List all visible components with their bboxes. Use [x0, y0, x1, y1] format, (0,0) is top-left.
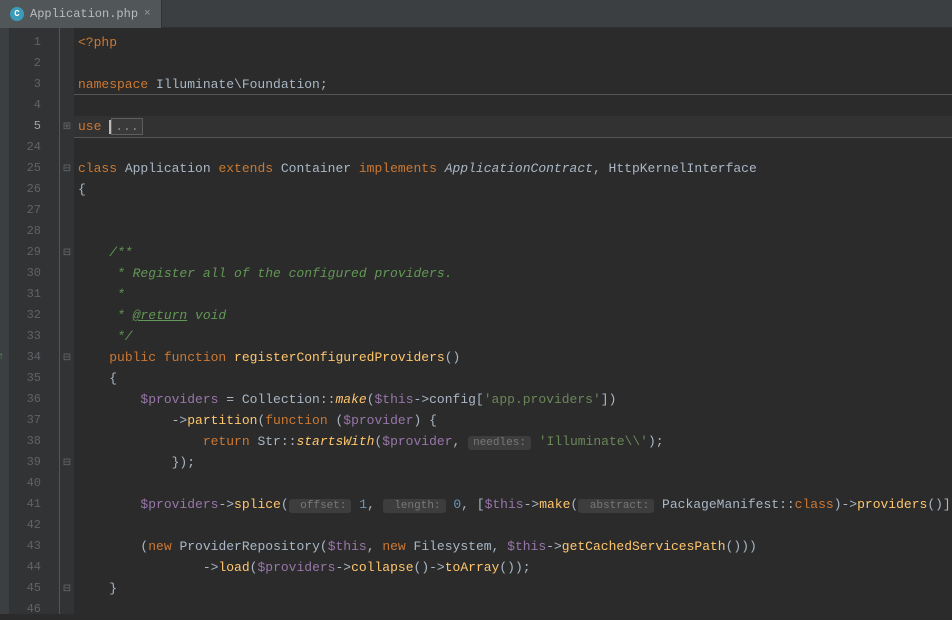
fold-marker-area: ⊞ ⊟ ⊟ ⊟ ⊟ ⊟: [60, 28, 74, 614]
line-number[interactable]: 45: [10, 578, 59, 599]
line-number[interactable]: 24: [10, 137, 59, 158]
fold-collapse-icon[interactable]: ⊟: [63, 163, 71, 175]
line-number[interactable]: 28: [10, 221, 59, 242]
line-number[interactable]: 33: [10, 326, 59, 347]
fold-end-icon[interactable]: ⊟: [63, 583, 71, 595]
line-number[interactable]: 39: [10, 452, 59, 473]
tab-label: Application.php: [30, 7, 138, 21]
editor-tab[interactable]: C Application.php ×: [0, 0, 162, 28]
tab-bar: C Application.php ×: [0, 0, 952, 28]
line-number[interactable]: 1: [10, 32, 59, 53]
parameter-hint: offset:: [289, 499, 352, 513]
close-icon[interactable]: ×: [144, 8, 151, 20]
fold-end-icon[interactable]: ⊟: [63, 457, 71, 469]
line-number[interactable]: 36: [10, 389, 59, 410]
parameter-hint: length:: [383, 499, 446, 513]
fold-collapse-icon[interactable]: ⊟: [63, 352, 71, 364]
line-number[interactable]: 5: [10, 116, 59, 137]
override-marker-icon[interactable]: o↑: [0, 347, 4, 368]
line-number[interactable]: 46: [10, 599, 59, 620]
line-number[interactable]: 31: [10, 284, 59, 305]
line-number[interactable]: 38: [10, 431, 59, 452]
line-number[interactable]: 32: [10, 305, 59, 326]
left-edge-strip: [0, 28, 10, 614]
line-number[interactable]: 2: [10, 53, 59, 74]
code-folded-region[interactable]: ...: [111, 118, 142, 135]
line-number[interactable]: 37: [10, 410, 59, 431]
line-number[interactable]: 40: [10, 473, 59, 494]
fold-expand-icon[interactable]: ⊞: [63, 121, 71, 133]
line-number[interactable]: 25: [10, 158, 59, 179]
line-number[interactable]: 41: [10, 494, 59, 515]
line-number[interactable]: 35: [10, 368, 59, 389]
code-area[interactable]: <?php namespace Illuminate\Foundation; u…: [74, 28, 952, 614]
line-number[interactable]: 4: [10, 95, 59, 116]
editor: 1 2 3 4 5 24 25 26 27 28 29 30 31 32 33 …: [0, 28, 952, 614]
line-number[interactable]: 30: [10, 263, 59, 284]
line-number[interactable]: 29: [10, 242, 59, 263]
line-number[interactable]: 44: [10, 557, 59, 578]
line-number[interactable]: 42: [10, 515, 59, 536]
fold-collapse-icon[interactable]: ⊟: [63, 247, 71, 259]
line-number[interactable]: 27: [10, 200, 59, 221]
file-type-icon: C: [10, 7, 24, 21]
line-number[interactable]: 43: [10, 536, 59, 557]
parameter-hint: needles:: [468, 436, 531, 450]
line-number[interactable]: o↑34: [10, 347, 59, 368]
line-number[interactable]: 26: [10, 179, 59, 200]
parameter-hint: abstract:: [578, 499, 654, 513]
line-number-gutter[interactable]: 1 2 3 4 5 24 25 26 27 28 29 30 31 32 33 …: [10, 28, 60, 614]
line-number[interactable]: 3: [10, 74, 59, 95]
